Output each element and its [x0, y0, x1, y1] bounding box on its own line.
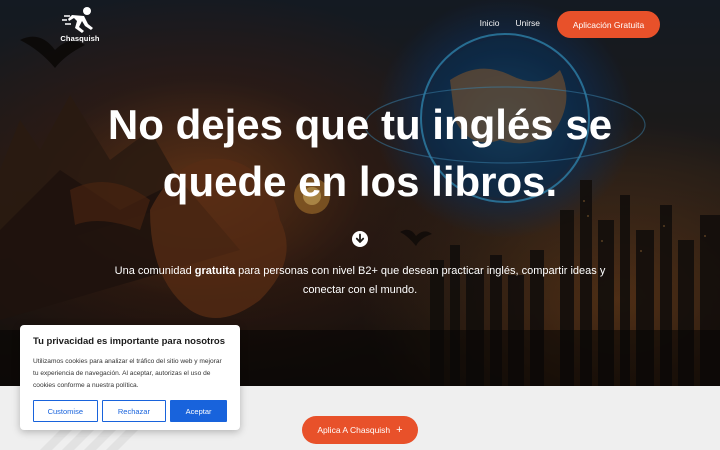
cookie-banner-body: Utilizamos cookies para analizar el tráf… [33, 358, 222, 389]
cookie-customise-button[interactable]: Customise [33, 400, 98, 422]
cookie-accept-button[interactable]: Aceptar [170, 400, 227, 422]
nav-link-inicio[interactable]: Inicio [480, 18, 500, 28]
nav-link-unirse[interactable]: Unirse [515, 18, 540, 28]
hero-subtitle: Una comunidad gratuita para personas con… [95, 262, 625, 300]
headline-bold-part: No dejes que tu inglés [107, 101, 554, 148]
arrow-down-circle-icon[interactable] [352, 231, 368, 247]
apply-button-label: Aplica A Chasquish [317, 425, 391, 435]
subtitle-bold-word: gratuita [194, 265, 236, 277]
cookie-reject-button[interactable]: Rechazar [101, 400, 167, 422]
apply-chasquish-button[interactable]: Aplica A Chasquish + [302, 416, 418, 444]
plus-icon: + [396, 424, 403, 436]
headline-line-2: quede en los libros. [162, 158, 558, 205]
free-application-button[interactable]: Aplicación Gratuita [557, 11, 660, 38]
cookie-banner-actions: Customise Rechazar Aceptar [33, 400, 227, 422]
main-nav: Inicio Unirse [480, 18, 540, 28]
subtitle-text-end: para personas con nivel B2+ que desean p… [235, 265, 606, 296]
runner-logo-icon [62, 7, 93, 33]
subtitle-text-start: Una comunidad [114, 265, 195, 277]
logo-text: Chasquish [60, 34, 100, 43]
cookie-banner-title: Tu privacidad es importante para nosotro… [33, 336, 225, 347]
hero-headline: No dejes que tu inglés se quede en los l… [0, 96, 720, 210]
cookie-consent-banner: Tu privacidad es importante para nosotro… [20, 325, 240, 430]
headline-regular-part: se [553, 101, 613, 148]
site-logo[interactable]: Chasquish [54, 6, 106, 43]
